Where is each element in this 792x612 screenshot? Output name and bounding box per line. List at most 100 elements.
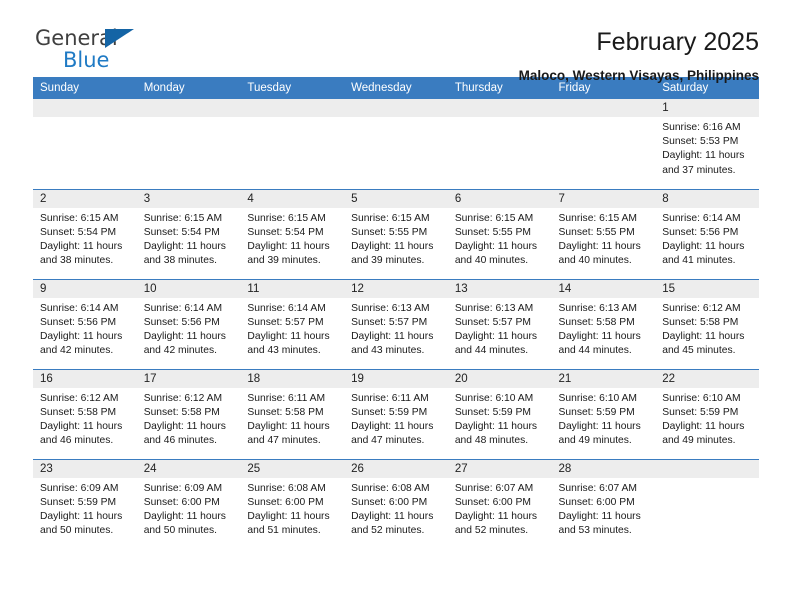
sunrise-text: Sunrise: 6:15 AM: [351, 212, 430, 224]
calendar-day-cell[interactable]: 7 Sunrise: 6:15 AM Sunset: 5:55 PM Daylight…: [551, 188, 656, 279]
calendar-day-cell[interactable]: 22 Sunrise: 6:10 AM Sunset: 5:59 PM Dayligh…: [655, 368, 759, 459]
calendar-day-cell[interactable]: 25 Sunrise: 6:08 AM Sunset: 6:00 PM Dayligh…: [240, 458, 345, 549]
day-number: 18: [240, 369, 345, 388]
sunrise-text: Sunrise: 6:14 AM: [40, 302, 119, 314]
calendar-day-cell[interactable]: 8 Sunrise: 6:14 AM Sunset: 5:56 PM Daylight…: [655, 188, 759, 279]
day-details: Sunrise: 6:15 AM Sunset: 5:55 PM Daylight:…: [344, 208, 448, 269]
day-details: Sunrise: 6:12 AM Sunset: 5:58 PM Daylight:…: [137, 388, 241, 449]
sunset-text: Sunset: 5:58 PM: [662, 316, 739, 328]
sunrise-text: Sunrise: 6:10 AM: [454, 392, 534, 404]
generalblue-logo[interactable]: General Blue: [33, 27, 155, 73]
calendar-page: General Blue February 2025 Maloco, Weste…: [0, 0, 792, 612]
daylight-text: Daylight: 11 hours and 48 minutes.: [454, 420, 538, 447]
calendar-day-cell[interactable]: 13 Sunrise: 6:13 AM Sunset: 5:57 PM Dayligh…: [447, 278, 552, 369]
day-details: Sunrise: 6:07 AM Sunset: 6:00 PM Daylight:…: [448, 478, 552, 539]
day-number: 12: [344, 279, 448, 298]
sunrise-sunset-calendar: Sunday Monday Tuesday Wednesday Thursday…: [33, 77, 759, 549]
calendar-week-row: 16 Sunrise: 6:12 AM Sunset: 5:58 PM Dayligh…: [33, 368, 759, 459]
calendar-day-cell[interactable]: 6 Sunrise: 6:15 AM Sunset: 5:55 PM Daylight…: [447, 188, 552, 279]
day-number: 19: [344, 369, 448, 388]
sunset-text: Sunset: 5:59 PM: [662, 406, 739, 418]
calendar-day-cell[interactable]: 10 Sunrise: 6:14 AM Sunset: 5:56 PM Dayligh…: [136, 278, 241, 369]
daylight-text: Daylight: 11 hours and 44 minutes.: [558, 330, 641, 357]
sunrise-text: Sunrise: 6:11 AM: [247, 392, 326, 404]
day-number: [344, 99, 448, 117]
sunset-text: Sunset: 5:59 PM: [558, 406, 635, 418]
day-details: Sunrise: 6:15 AM Sunset: 5:55 PM Daylight:…: [448, 208, 552, 269]
calendar-day-cell[interactable]: 26 Sunrise: 6:08 AM Sunset: 6:00 PM Dayligh…: [344, 458, 448, 549]
day-details: Sunrise: 6:07 AM Sunset: 6:00 PM Daylight:…: [552, 478, 656, 539]
calendar-day-cell-empty: [33, 99, 137, 189]
calendar-day-cell[interactable]: 16 Sunrise: 6:12 AM Sunset: 5:58 PM Dayligh…: [33, 368, 137, 459]
daylight-text: Daylight: 11 hours and 40 minutes.: [558, 240, 641, 267]
calendar-day-cell[interactable]: 20 Sunrise: 6:10 AM Sunset: 5:59 PM Dayligh…: [447, 368, 552, 459]
daylight-text: Daylight: 11 hours and 42 minutes.: [143, 330, 226, 357]
calendar-day-cell[interactable]: 4 Sunrise: 6:15 AM Sunset: 5:54 PM Daylight…: [240, 188, 345, 279]
calendar-day-cell-empty: [551, 99, 656, 189]
day-details: Sunrise: 6:10 AM Sunset: 5:59 PM Daylight:…: [448, 388, 552, 449]
daylight-text: Daylight: 11 hours and 39 minutes.: [247, 240, 330, 267]
calendar-day-cell-empty: [447, 99, 552, 189]
day-number: 6: [447, 189, 552, 208]
sunrise-text: Sunrise: 6:07 AM: [558, 482, 637, 494]
calendar-day-cell[interactable]: 19 Sunrise: 6:11 AM Sunset: 5:59 PM Dayligh…: [344, 368, 448, 459]
calendar-day-cell[interactable]: 11 Sunrise: 6:14 AM Sunset: 5:57 PM Dayligh…: [240, 278, 345, 369]
sunset-text: Sunset: 5:54 PM: [40, 226, 117, 238]
sunrise-text: Sunrise: 6:08 AM: [247, 482, 326, 494]
calendar-day-cell[interactable]: 3 Sunrise: 6:15 AM Sunset: 5:54 PM Daylight…: [136, 188, 241, 279]
sunset-text: Sunset: 5:59 PM: [351, 406, 428, 418]
day-details: Sunrise: 6:08 AM Sunset: 6:00 PM Daylight:…: [240, 478, 344, 539]
sunset-text: Sunset: 5:54 PM: [247, 226, 324, 238]
sunset-text: Sunset: 6:00 PM: [143, 496, 220, 508]
daylight-text: Daylight: 11 hours and 41 minutes.: [662, 240, 745, 267]
sunset-text: Sunset: 5:55 PM: [351, 226, 428, 238]
day-details: Sunrise: 6:14 AM Sunset: 5:56 PM Daylight:…: [137, 298, 241, 359]
calendar-day-cell[interactable]: 9 Sunrise: 6:14 AM Sunset: 5:56 PM Daylight…: [33, 278, 137, 369]
day-details: Sunrise: 6:15 AM Sunset: 5:54 PM Daylight:…: [240, 208, 344, 269]
daylight-text: Daylight: 11 hours and 46 minutes.: [143, 420, 226, 447]
day-number: 11: [240, 279, 345, 298]
calendar-day-cell[interactable]: 27 Sunrise: 6:07 AM Sunset: 6:00 PM Dayligh…: [447, 458, 552, 549]
day-number: 13: [447, 279, 552, 298]
calendar-day-cell[interactable]: 5 Sunrise: 6:15 AM Sunset: 5:55 PM Daylight…: [344, 188, 448, 279]
calendar-day-cell[interactable]: 21 Sunrise: 6:10 AM Sunset: 5:59 PM Dayligh…: [551, 368, 656, 459]
day-number: 2: [33, 189, 137, 208]
day-details: Sunrise: 6:12 AM Sunset: 5:58 PM Daylight:…: [655, 298, 759, 359]
day-details: Sunrise: 6:13 AM Sunset: 5:57 PM Daylight:…: [344, 298, 448, 359]
sunset-text: Sunset: 5:57 PM: [351, 316, 428, 328]
day-details: Sunrise: 6:08 AM Sunset: 6:00 PM Daylight:…: [344, 478, 448, 539]
daylight-text: Daylight: 11 hours and 53 minutes.: [558, 510, 641, 537]
sunrise-text: Sunrise: 6:11 AM: [351, 392, 429, 404]
calendar-day-cell[interactable]: 24 Sunrise: 6:09 AM Sunset: 6:00 PM Dayligh…: [136, 458, 241, 549]
daylight-text: Daylight: 11 hours and 47 minutes.: [247, 420, 330, 447]
sunset-text: Sunset: 5:56 PM: [40, 316, 117, 328]
day-number: 7: [551, 189, 656, 208]
sunrise-text: Sunrise: 6:14 AM: [662, 212, 741, 224]
calendar-day-cell[interactable]: 12 Sunrise: 6:13 AM Sunset: 5:57 PM Dayligh…: [344, 278, 448, 369]
day-number: 25: [240, 459, 345, 478]
page-title: February 2025: [596, 28, 759, 56]
day-number: [240, 99, 345, 117]
calendar-day-cell[interactable]: 18 Sunrise: 6:11 AM Sunset: 5:58 PM Dayligh…: [240, 368, 345, 459]
calendar-day-cell[interactable]: 14 Sunrise: 6:13 AM Sunset: 5:58 PM Dayligh…: [551, 278, 656, 369]
day-number: 3: [136, 189, 241, 208]
day-number: 26: [344, 459, 448, 478]
daylight-text: Daylight: 11 hours and 51 minutes.: [247, 510, 330, 537]
calendar-day-cell[interactable]: 1 Sunrise: 6:16 AM Sunset: 5:53 PM Daylight…: [655, 99, 759, 189]
sunrise-text: Sunrise: 6:07 AM: [454, 482, 534, 494]
sunrise-text: Sunrise: 6:16 AM: [662, 122, 741, 133]
weekday-header-wednesday: Wednesday: [344, 77, 448, 99]
calendar-day-cell[interactable]: 28 Sunrise: 6:07 AM Sunset: 6:00 PM Dayligh…: [551, 458, 656, 549]
day-number: [33, 99, 137, 117]
day-details: Sunrise: 6:14 AM Sunset: 5:56 PM Daylight:…: [33, 298, 137, 359]
calendar-day-cell[interactable]: 17 Sunrise: 6:12 AM Sunset: 5:58 PM Dayligh…: [136, 368, 241, 459]
calendar-day-cell[interactable]: 23 Sunrise: 6:09 AM Sunset: 5:59 PM Dayligh…: [33, 458, 137, 549]
day-number: 20: [447, 369, 552, 388]
calendar-day-cell[interactable]: 2 Sunrise: 6:15 AM Sunset: 5:54 PM Daylight…: [33, 188, 137, 279]
sunrise-text: Sunrise: 6:10 AM: [662, 392, 741, 404]
calendar-day-cell[interactable]: 15 Sunrise: 6:12 AM Sunset: 5:58 PM Dayligh…: [655, 278, 759, 369]
day-number: 5: [344, 189, 448, 208]
sunset-text: Sunset: 5:54 PM: [143, 226, 220, 238]
sunset-text: Sunset: 5:57 PM: [454, 316, 531, 328]
sunrise-text: Sunrise: 6:15 AM: [143, 212, 223, 224]
